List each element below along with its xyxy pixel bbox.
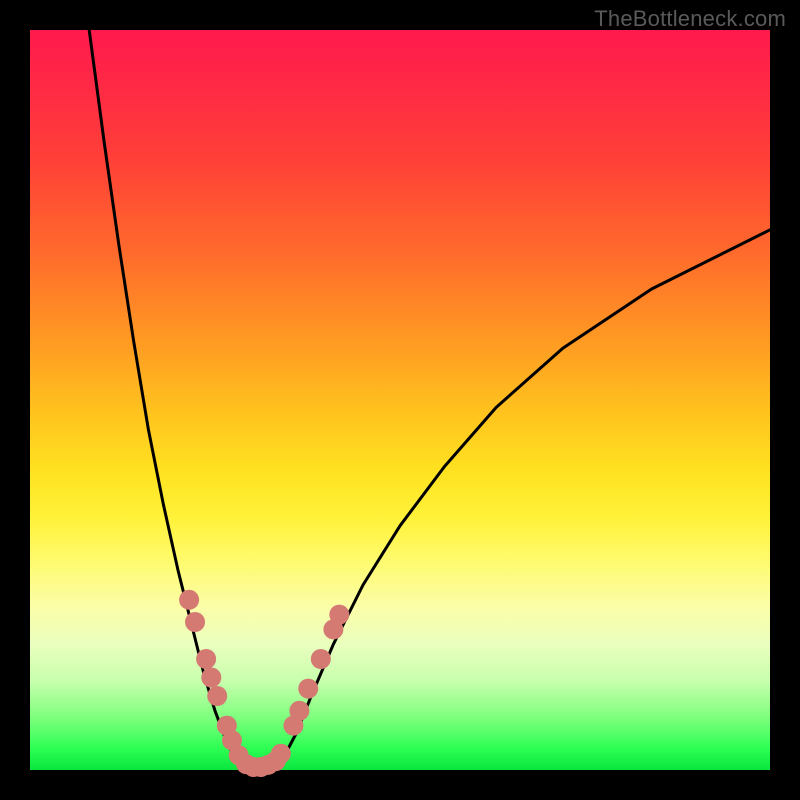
chart-svg [30, 30, 770, 770]
data-marker [298, 679, 318, 699]
chart-frame: TheBottleneck.com [0, 0, 800, 800]
marker-group [179, 590, 349, 777]
chart-plot-area [30, 30, 770, 770]
data-marker [311, 649, 331, 669]
data-marker [201, 668, 221, 688]
data-marker [289, 701, 309, 721]
data-marker [207, 686, 227, 706]
data-marker [271, 744, 291, 764]
bottleneck-curve [89, 30, 770, 769]
data-marker [185, 612, 205, 632]
data-marker [179, 590, 199, 610]
curve-group [89, 30, 770, 769]
data-marker [196, 649, 216, 669]
data-marker [329, 605, 349, 625]
watermark-text: TheBottleneck.com [594, 6, 786, 32]
